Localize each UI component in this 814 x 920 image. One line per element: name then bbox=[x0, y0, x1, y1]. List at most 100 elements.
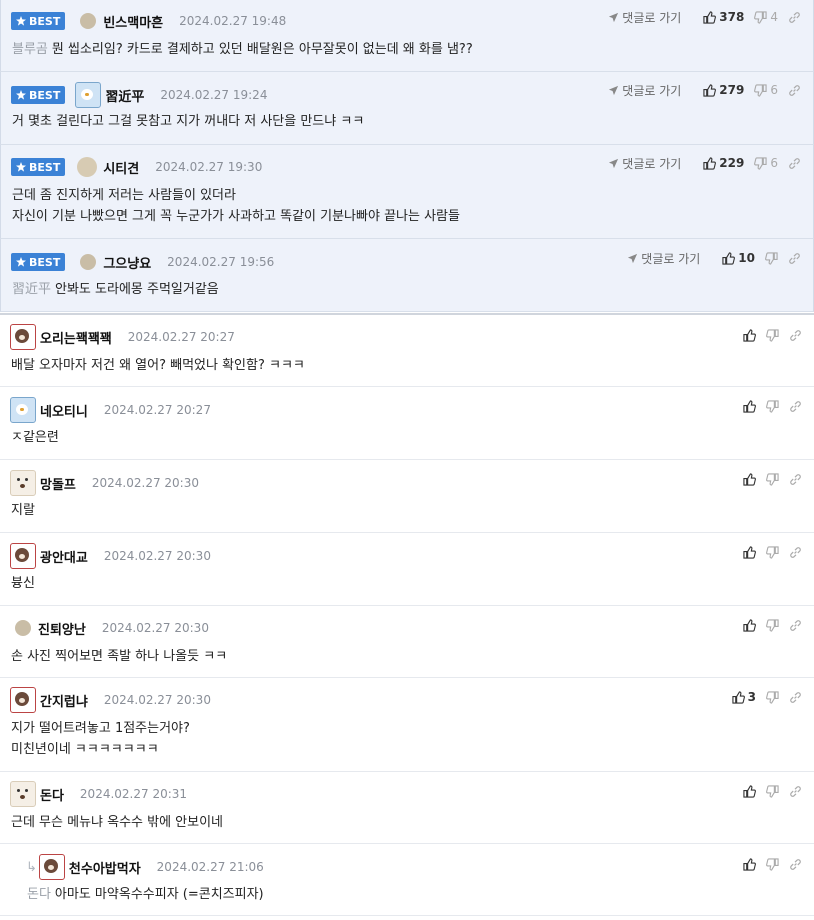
upvote-button[interactable] bbox=[743, 328, 756, 342]
link-button[interactable] bbox=[788, 252, 801, 265]
reply-comment: ↳ 천수아밥먹자 2024.02.27 21:06 돈다 아마도 마약옥수수피자 … bbox=[0, 844, 814, 916]
best-label: BEST bbox=[29, 255, 61, 269]
downvote-button[interactable] bbox=[766, 784, 779, 798]
link-button[interactable] bbox=[789, 785, 802, 798]
comment-nickname[interactable]: 망돌프 bbox=[40, 474, 76, 493]
comment-text: 뭔 씹소리임? 카드로 결제하고 있던 배달원은 아무잘못이 없는데 왜 화를 … bbox=[51, 42, 473, 57]
thumbs-down-icon bbox=[766, 690, 779, 704]
link-icon bbox=[790, 619, 801, 631]
thumbs-up-icon bbox=[703, 10, 717, 24]
comment-nickname[interactable]: 광안대교 bbox=[40, 547, 88, 566]
goto-comment-link[interactable]: 댓글로 가기 bbox=[608, 82, 681, 99]
avatar[interactable] bbox=[80, 254, 97, 270]
link-button[interactable] bbox=[788, 84, 801, 97]
upvote-button[interactable] bbox=[743, 545, 756, 559]
upvote-button[interactable]: 229 bbox=[703, 156, 744, 170]
comment-nickname[interactable]: 빈스맥마흔 bbox=[103, 12, 163, 31]
link-icon bbox=[790, 473, 801, 485]
downvote-button[interactable] bbox=[766, 399, 779, 413]
comment-nickname[interactable]: 돈다 bbox=[40, 785, 64, 804]
avatar[interactable] bbox=[10, 687, 36, 713]
downvote-button[interactable] bbox=[766, 545, 779, 559]
comment-date: 2024.02.27 20:27 bbox=[103, 403, 211, 417]
comment-date: 2024.02.27 20:27 bbox=[127, 330, 235, 344]
thumbs-down-icon bbox=[766, 857, 779, 871]
avatar[interactable] bbox=[10, 781, 36, 807]
downvote-button[interactable] bbox=[766, 472, 779, 486]
link-button[interactable] bbox=[789, 329, 802, 342]
link-button[interactable] bbox=[788, 11, 801, 24]
comment-nickname[interactable]: 진퇴양난 bbox=[38, 619, 86, 638]
upvote-button[interactable]: 378 bbox=[703, 10, 744, 24]
comment-body: 거 몇초 걸린다고 그걸 못참고 지가 꺼내다 저 사단을 만드냐 ㅋㅋ bbox=[12, 111, 364, 132]
avatar[interactable] bbox=[15, 620, 31, 636]
link-button[interactable] bbox=[789, 858, 802, 871]
avatar[interactable] bbox=[10, 397, 36, 423]
comment-body: 習近平 안봐도 도라에몽 주먹일거같음 bbox=[12, 279, 219, 300]
comment-date: 2024.02.27 19:48 bbox=[179, 14, 287, 28]
link-button[interactable] bbox=[789, 473, 802, 486]
comment-date: 2024.02.27 20:30 bbox=[103, 549, 211, 563]
downvote-button[interactable] bbox=[766, 328, 779, 342]
avatar[interactable] bbox=[77, 157, 98, 177]
comment-header: BEST 시티견 2024.02.27 19:30 bbox=[11, 156, 262, 178]
upvote-button[interactable] bbox=[743, 618, 756, 632]
comment-text: ㅈ같은련 bbox=[11, 430, 59, 445]
comment-nickname[interactable]: 시티견 bbox=[103, 158, 139, 177]
comment-nickname[interactable]: 천수아밥먹자 bbox=[69, 858, 141, 877]
upvote-button[interactable] bbox=[743, 857, 756, 871]
goto-comment-link[interactable]: 댓글로 가기 bbox=[608, 9, 681, 26]
link-icon bbox=[790, 858, 801, 870]
comment-text: 손 사진 찍어보면 족발 하나 나올듯 ㅋㅋ bbox=[11, 649, 228, 664]
link-icon bbox=[790, 785, 801, 797]
downvote-button[interactable]: 6 bbox=[754, 156, 778, 170]
goto-comment-link[interactable]: 댓글로 가기 bbox=[608, 155, 681, 172]
upvote-button[interactable]: 3 bbox=[732, 690, 756, 704]
comment: 간지럽냐 2024.02.27 20:30 3 지가 떨어트려놓고 1점주는거야… bbox=[0, 678, 814, 772]
comment-text-line2: 미친년이네 ㅋㅋㅋㅋㅋㅋㅋ bbox=[11, 742, 159, 757]
comment-body: 근데 좀 진지하게 저러는 사람들이 있더라 자신이 기분 나빴으면 그게 꼭 … bbox=[12, 185, 460, 227]
downvote-count: 4 bbox=[770, 10, 778, 24]
thumbs-up-icon bbox=[743, 399, 756, 413]
cite-nickname[interactable]: 돈다 bbox=[27, 887, 51, 902]
comment-header: 진퇴양난 2024.02.27 20:30 bbox=[10, 617, 209, 639]
comment-nickname[interactable]: 네오티니 bbox=[40, 401, 88, 420]
upvote-button[interactable] bbox=[743, 399, 756, 413]
star-icon bbox=[16, 16, 26, 26]
cite-nickname[interactable]: 블루곰 bbox=[12, 42, 48, 57]
downvote-button[interactable]: 4 bbox=[754, 10, 778, 24]
avatar[interactable] bbox=[75, 82, 102, 108]
comment-nickname[interactable]: 그으냥요 bbox=[103, 253, 151, 272]
link-button[interactable] bbox=[789, 546, 802, 559]
comment-body: 븅신 bbox=[11, 573, 35, 594]
avatar[interactable] bbox=[10, 543, 36, 569]
comment-nickname[interactable]: 오리는꽥꽥꽥 bbox=[40, 328, 112, 347]
downvote-button[interactable] bbox=[766, 618, 779, 632]
comment-nickname[interactable]: 간지럽냐 bbox=[40, 691, 88, 710]
comment-nickname[interactable]: 習近平 bbox=[105, 86, 144, 105]
best-label: BEST bbox=[29, 14, 61, 28]
link-button[interactable] bbox=[789, 691, 802, 704]
link-icon bbox=[789, 84, 800, 96]
send-icon bbox=[609, 158, 619, 168]
goto-comment-link[interactable]: 댓글로 가기 bbox=[627, 250, 700, 267]
downvote-button[interactable]: 6 bbox=[754, 83, 778, 97]
avatar[interactable] bbox=[10, 324, 36, 350]
avatar[interactable] bbox=[80, 13, 97, 29]
upvote-button[interactable]: 279 bbox=[703, 83, 744, 97]
link-button[interactable] bbox=[789, 619, 802, 632]
avatar[interactable] bbox=[38, 854, 65, 880]
cite-nickname[interactable]: 習近平 bbox=[12, 282, 51, 297]
downvote-button[interactable] bbox=[766, 690, 779, 704]
comment-date: 2024.02.27 19:30 bbox=[155, 160, 263, 174]
link-button[interactable] bbox=[788, 157, 801, 170]
avatar[interactable] bbox=[10, 470, 36, 496]
upvote-button[interactable] bbox=[743, 472, 756, 486]
link-button[interactable] bbox=[789, 400, 802, 413]
thumbs-down-icon bbox=[766, 545, 779, 559]
downvote-button[interactable] bbox=[766, 857, 779, 871]
upvote-button[interactable] bbox=[743, 784, 756, 798]
comment-text: 지가 떨어트려놓고 1점주는거야? bbox=[11, 721, 190, 736]
downvote-button[interactable] bbox=[765, 251, 778, 265]
upvote-button[interactable]: 10 bbox=[722, 251, 755, 265]
